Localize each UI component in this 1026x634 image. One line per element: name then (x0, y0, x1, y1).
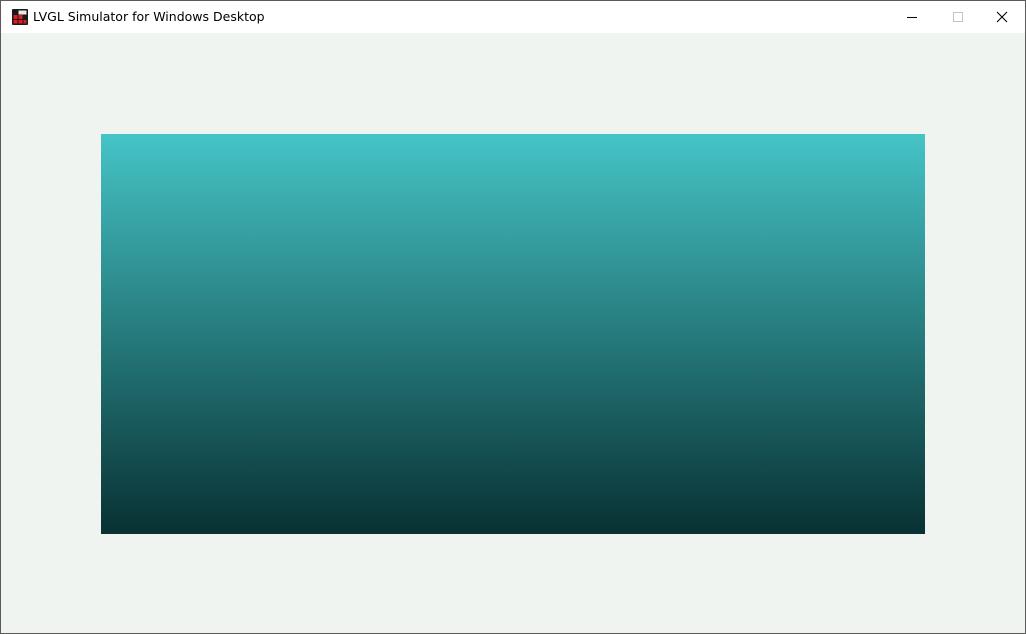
window-title: LVGL Simulator for Windows Desktop (33, 9, 265, 24)
minimize-icon (907, 17, 917, 18)
title-bar[interactable]: LVGL Simulator for Windows Desktop (1, 1, 1025, 33)
close-button[interactable] (979, 1, 1025, 33)
close-icon (996, 11, 1008, 23)
maximize-button[interactable] (935, 1, 981, 33)
gradient-rectangle (101, 134, 925, 534)
lvgl-app-icon (12, 9, 28, 25)
maximize-icon (953, 12, 963, 22)
simulator-display[interactable] (1, 33, 1025, 633)
simulator-window: LVGL Simulator for Windows Desktop (0, 0, 1026, 634)
minimize-button[interactable] (889, 1, 935, 33)
